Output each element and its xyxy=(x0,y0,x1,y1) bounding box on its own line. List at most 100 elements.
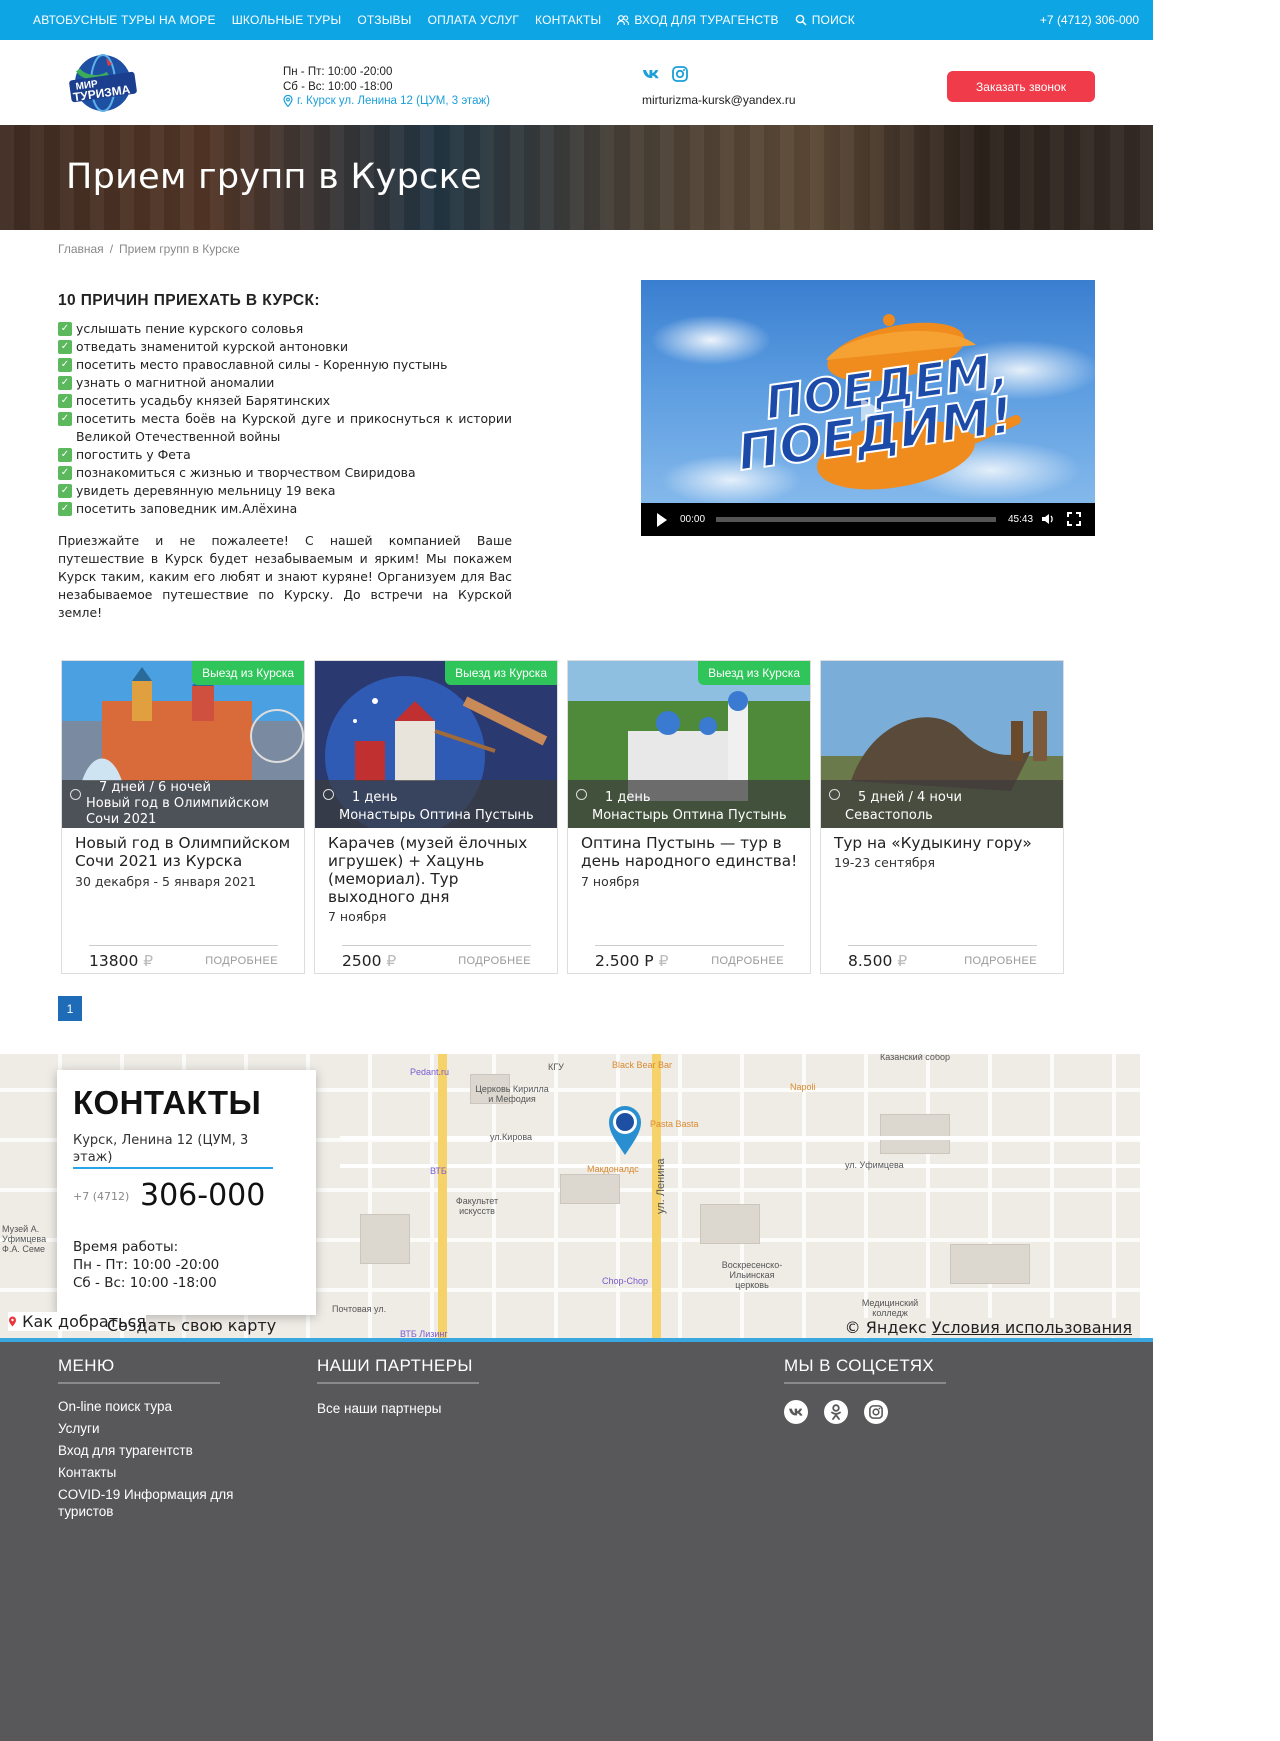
card-divider xyxy=(848,945,1037,946)
video-current-time: 00:00 xyxy=(680,514,706,525)
card-more-link[interactable]: ПОДРОБНЕЕ xyxy=(964,955,1037,967)
nav-link-school-tours[interactable]: ШКОЛЬНЫЕ ТУРЫ xyxy=(232,13,342,27)
map-block xyxy=(880,1114,950,1154)
map-label: Музей А. Уфимцева Ф.А. Семе xyxy=(2,1224,47,1254)
list-item: ✓ посетить заповедник им.Алёхина xyxy=(58,500,512,518)
breadcrumb-home[interactable]: Главная xyxy=(58,242,104,256)
footer-partners: НАШИ ПАРТНЕРЫ Все наши партнеры xyxy=(317,1356,479,1420)
card-more-link[interactable]: ПОДРОБНЕЕ xyxy=(205,955,278,967)
clock-icon xyxy=(323,789,334,800)
footer-menu-heading: МЕНЮ xyxy=(58,1356,220,1384)
footer-menu-list: On-line поиск тура Услуги Вход для тураг… xyxy=(58,1398,248,1520)
reasons-list: ✓ услышать пение курского соловья ✓ отведа… xyxy=(58,320,512,518)
tour-card[interactable]: Выезд из Курска 1 день Монастырь Оптина … xyxy=(567,660,811,974)
card-price-value: 2.500 Р xyxy=(595,952,654,970)
card-price: 13800 ₽ xyxy=(89,952,153,970)
site-footer: МЕНЮ On-line поиск тура Услуги Вход для … xyxy=(0,1342,1153,1741)
list-item: ✓ посетить усадьбу князей Барятинских xyxy=(58,392,512,410)
nav-link-reviews[interactable]: ОТЗЫВЫ xyxy=(357,13,411,27)
header-email[interactable]: mirturizma-kursk@yandex.ru xyxy=(642,93,796,107)
check-icon: ✓ xyxy=(58,502,72,516)
card-title[interactable]: Тур на «Кудыкину гору» xyxy=(834,834,1056,852)
site-logo[interactable]: МИР ТУРИЗМА xyxy=(66,50,140,116)
yandex-copyright: © Яндекс xyxy=(844,1318,927,1337)
nav-link-bus-tours[interactable]: АВТОБУСНЫЕ ТУРЫ НА МОРЕ xyxy=(33,13,216,27)
check-icon: ✓ xyxy=(58,484,72,498)
header-address[interactable]: г. Курск ул. Ленина 12 (ЦУМ, 3 этаж) xyxy=(283,94,490,109)
breadcrumb-current: Прием групп в Курске xyxy=(119,242,240,256)
card-title[interactable]: Новый год в Олимпийском Сочи 2021 из Кур… xyxy=(75,834,297,870)
tour-card[interactable]: Выезд из Курска 7 дней / 6 ночей Новый г… xyxy=(61,660,305,974)
map-label: Церковь Кирилла и Мефодия xyxy=(475,1084,549,1104)
card-price-value: 2500 xyxy=(342,952,382,970)
page: АВТОБУСНЫЕ ТУРЫ НА МОРЕ ШКОЛЬНЫЕ ТУРЫ ОТ… xyxy=(0,0,1153,1741)
map-label: Медицинский колледж xyxy=(861,1298,919,1318)
map-marker-icon[interactable] xyxy=(607,1104,643,1156)
footer-social-heading: МЫ В СОЦСЕТЯХ xyxy=(784,1356,946,1384)
footer-menu-item[interactable]: Контакты xyxy=(58,1464,248,1481)
order-call-button[interactable]: Заказать звонок xyxy=(947,71,1095,102)
list-item: ✓ услышать пение курского соловья xyxy=(58,320,512,338)
odnoklassniki-icon[interactable] xyxy=(824,1400,848,1424)
contacts-phone-number[interactable]: 306-000 xyxy=(140,1178,265,1213)
map-label: Почтовая ул. xyxy=(332,1304,387,1314)
play-icon[interactable] xyxy=(657,513,667,527)
check-icon: ✓ xyxy=(58,394,72,408)
card-title[interactable]: Оптина Пустынь — тур в день народного ед… xyxy=(581,834,803,870)
reason-text: посетить заповедник им.Алёхина xyxy=(76,501,298,516)
nav-link-search-label: ПОИСК xyxy=(811,13,855,27)
footer-partners-heading: НАШИ ПАРТНЕРЫ xyxy=(317,1356,479,1384)
breadcrumb: Главная / Прием групп в Курске xyxy=(58,242,240,256)
card-duration: 1 день xyxy=(605,790,651,805)
fullscreen-icon[interactable] xyxy=(1067,512,1081,526)
create-map-link[interactable]: Создать свою карту xyxy=(107,1316,276,1335)
footer-menu-item[interactable]: On-line поиск тура xyxy=(58,1398,248,1415)
vk-icon[interactable] xyxy=(784,1400,808,1424)
card-currency: ₽ xyxy=(897,952,908,970)
footer-menu-item[interactable]: COVID-19 Информация для туристов xyxy=(58,1486,248,1520)
video-progress-bar[interactable] xyxy=(716,517,996,522)
page-banner: Прием групп в Курске xyxy=(0,125,1153,230)
reason-text: посетить места боёв на Курской дуге и пр… xyxy=(76,411,512,444)
nav-link-agent-login[interactable]: ВХОД ДЛЯ ТУРАГЕНСТВ xyxy=(617,13,779,27)
map-block xyxy=(700,1204,760,1244)
instagram-icon[interactable] xyxy=(672,66,690,82)
top-nav: АВТОБУСНЫЕ ТУРЫ НА МОРЕ ШКОЛЬНЫЕ ТУРЫ ОТ… xyxy=(33,13,855,27)
card-more-link[interactable]: ПОДРОБНЕЕ xyxy=(458,955,531,967)
reason-text: узнать о магнитной аномалии xyxy=(76,375,275,390)
card-title[interactable]: Карачев (музей ёлочных игрушек) + Хацунь… xyxy=(328,834,550,906)
volume-icon[interactable] xyxy=(1041,512,1055,526)
vk-icon[interactable] xyxy=(642,66,660,80)
footer-menu-item[interactable]: Вход для турагентств xyxy=(58,1442,248,1459)
nav-link-payment[interactable]: ОПЛАТА УСЛУГ xyxy=(428,13,519,27)
card-subtitle: Севастополь xyxy=(845,808,933,823)
list-item: ✓ познакомиться с жизнью и творчеством Св… xyxy=(58,464,512,482)
list-item: ✓ узнать о магнитной аномалии xyxy=(58,374,512,392)
card-price: 2.500 Р ₽ xyxy=(595,952,668,970)
nav-link-contacts[interactable]: КОНТАКТЫ xyxy=(535,13,601,27)
map-block xyxy=(560,1174,620,1204)
footer-social: МЫ В СОЦСЕТЯХ xyxy=(784,1356,946,1424)
card-date: 7 ноября xyxy=(328,909,387,924)
tour-card[interactable]: Выезд из Курска 1 день Монастырь Оптина … xyxy=(314,660,558,974)
header-address-text: г. Курск ул. Ленина 12 (ЦУМ, 3 этаж) xyxy=(297,95,490,107)
clock-icon xyxy=(829,789,840,800)
terms-link[interactable]: Условия использования xyxy=(932,1318,1132,1337)
tour-cards: Выезд из Курска 7 дней / 6 ночей Новый г… xyxy=(61,660,1064,974)
video-controls: 00:00 45:43 xyxy=(641,503,1095,536)
footer-partners-link[interactable]: Все наши партнеры xyxy=(317,1398,479,1420)
top-phone[interactable]: +7 (4712) 306-000 xyxy=(1040,13,1139,27)
contacts-hours: Время работы: Пн - Пт: 10:00 -20:00 Сб -… xyxy=(73,1238,219,1292)
search-icon xyxy=(795,14,807,26)
map-label: Pedant.ru xyxy=(410,1067,450,1077)
check-icon: ✓ xyxy=(58,358,72,372)
card-more-link[interactable]: ПОДРОБНЕЕ xyxy=(711,955,784,967)
nav-link-search[interactable]: ПОИСК xyxy=(795,13,855,27)
check-icon: ✓ xyxy=(58,340,72,354)
video-player[interactable]: ПОЕДЕМ, ПОЕДИМ! 00:00 45:43 xyxy=(641,280,1095,536)
pagination-page-1[interactable]: 1 xyxy=(58,996,82,1021)
list-item: ✓ увидеть деревянную мельницу 19 века xyxy=(58,482,512,500)
footer-menu-item[interactable]: Услуги xyxy=(58,1420,248,1437)
instagram-icon[interactable] xyxy=(864,1400,888,1424)
tour-card[interactable]: 5 дней / 4 ночи Севастополь Тур на «Куды… xyxy=(820,660,1064,974)
